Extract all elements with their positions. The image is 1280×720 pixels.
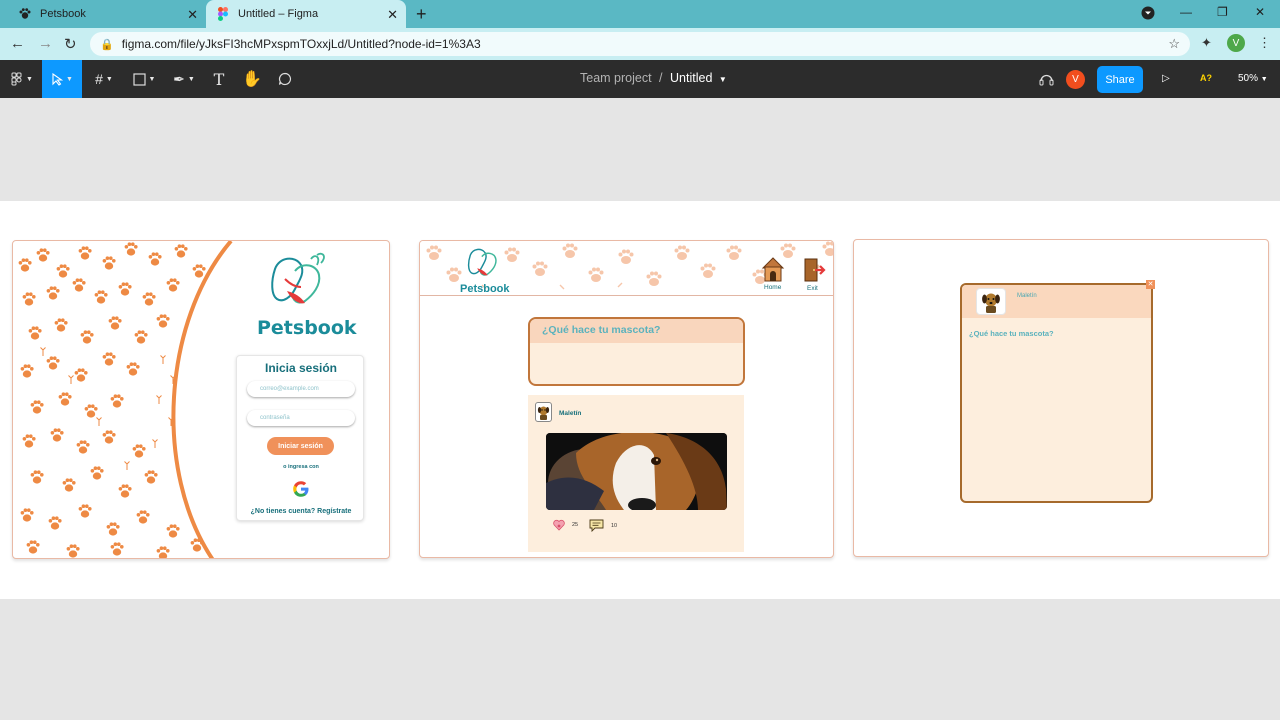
post-prompt-input[interactable]: ¿Qué hace tu mascota? <box>969 329 1054 338</box>
frame-tool-icon[interactable]: # ▼ <box>88 60 120 98</box>
like-count: 25 <box>572 522 579 528</box>
share-button[interactable]: Share <box>1097 66 1143 93</box>
post-card: Maletín 25 10 <box>528 395 744 552</box>
exit-door-icon[interactable] <box>802 257 826 283</box>
petsbook-logo-icon <box>271 252 325 304</box>
comment-tool-icon[interactable] <box>274 60 296 98</box>
brand-title: Petsbook <box>460 283 510 295</box>
url-input[interactable]: 🔒 figma.com/file/yJksFI3hcMPxspmTOxxjLd/… <box>90 32 1190 56</box>
beagle-photo <box>546 433 727 510</box>
rectangle-tool-icon[interactable]: ▼ <box>128 60 160 98</box>
new-post-frame[interactable]: Maletín ¿Qué hace tu mascota? ✕ <box>853 239 1269 557</box>
restore-icon[interactable]: ❐ <box>1217 5 1228 19</box>
figma-toolbar: ▼ ▼ # ▼ ▼ ✒ ▼ T ✋ Team project / Untitled … <box>0 60 1280 98</box>
email-field[interactable]: correo@example.com <box>247 381 355 397</box>
window-close-icon[interactable]: ✕ <box>1255 5 1265 19</box>
browser-menu-icon[interactable]: ⋮ <box>1258 35 1271 51</box>
chevron-down-icon[interactable]: ▼ <box>719 75 727 84</box>
tab-title: Petsbook <box>40 8 86 20</box>
text-tool-icon[interactable]: T <box>208 60 230 98</box>
close-modal-icon[interactable]: ✕ <box>1146 280 1155 289</box>
new-tab-plus-icon[interactable]: + <box>416 4 427 25</box>
profile-dropdown-icon[interactable] <box>1141 6 1155 23</box>
compose-post-box[interactable]: ¿Qué hace tu mascota? <box>528 317 745 386</box>
back-arrow-icon[interactable]: ← <box>10 35 25 52</box>
project-name[interactable]: Team project <box>580 71 652 85</box>
feed-header: Petsbook Home Exit <box>420 241 833 296</box>
feed-frame[interactable]: Petsbook Home Exit ¿Qué hace tu mascota? <box>419 240 834 558</box>
compose-placeholder[interactable]: ¿Qué hace tu mascota? <box>530 319 743 343</box>
tab-figma[interactable]: Untitled – Figma ✕ <box>206 0 406 28</box>
hand-tool-icon[interactable]: ✋ <box>240 60 264 98</box>
forward-arrow-icon[interactable]: → <box>38 35 53 52</box>
extensions-puzzle-icon[interactable]: ✦ <box>1201 35 1212 51</box>
comment-reaction[interactable]: 10 <box>589 519 617 532</box>
pen-tool-icon[interactable]: ✒ ▼ <box>168 60 200 98</box>
home-label[interactable]: Home <box>764 284 781 291</box>
bookmark-star-icon[interactable]: ☆ <box>1168 36 1180 52</box>
browser-tab-bar: Petsbook ✕ Untitled – Figma ✕ + — ❐ ✕ <box>0 0 1280 28</box>
zoom-value: 50% <box>1238 73 1259 84</box>
post-author-name[interactable]: Maletín <box>559 410 581 417</box>
modal-header: Maletín <box>962 285 1151 318</box>
exit-label[interactable]: Exit <box>807 285 818 292</box>
reload-icon[interactable]: ↻ <box>64 35 77 53</box>
figma-favicon-icon <box>216 7 230 21</box>
paw-pattern-background <box>18 241 233 558</box>
author-avatar[interactable] <box>976 288 1006 315</box>
comment-bubble-icon <box>589 519 604 532</box>
lock-icon: 🔒 <box>100 38 114 51</box>
login-frame[interactable]: Petsbook Inicia sesión correo@example.co… <box>12 240 390 559</box>
petsbook-logo-icon <box>467 248 497 276</box>
main-menu-icon[interactable]: ▼ <box>4 60 40 98</box>
dog-avatar-icon <box>982 293 1000 313</box>
zoom-level[interactable]: 50% ▼ <box>1238 73 1268 84</box>
home-doghouse-icon[interactable] <box>761 256 785 282</box>
paw-favicon-icon <box>18 7 32 21</box>
author-name: Maletín <box>1017 293 1037 299</box>
comment-count: 10 <box>611 522 618 529</box>
password-field[interactable]: contraseña <box>247 410 355 426</box>
new-post-modal: Maletín ¿Qué hace tu mascota? <box>960 283 1153 503</box>
minimize-icon[interactable]: — <box>1180 5 1192 19</box>
login-heading: Inicia sesión <box>264 361 338 375</box>
file-name[interactable]: Untitled <box>670 71 712 85</box>
headphones-icon[interactable] <box>1036 60 1056 98</box>
google-icon[interactable] <box>292 480 310 498</box>
tab-title: Untitled – Figma <box>238 8 319 20</box>
close-tab-icon[interactable]: ✕ <box>387 7 398 23</box>
author-avatar[interactable] <box>535 402 552 422</box>
post-photo-beagle[interactable] <box>546 433 727 510</box>
close-tab-icon[interactable]: ✕ <box>187 7 198 23</box>
present-play-icon[interactable]: ▷ <box>1162 73 1170 84</box>
user-avatar[interactable]: V <box>1066 70 1085 89</box>
breadcrumb-separator: / <box>659 71 663 85</box>
address-bar-row: ← → ↻ 🔒 figma.com/file/yJksFI3hcMPxspmTO… <box>0 28 1280 60</box>
url-text: figma.com/file/yJksFI3hcMPxspmTOxxjLd/Un… <box>121 37 481 51</box>
login-button[interactable]: Iniciar sesión <box>267 437 334 455</box>
spell-check-indicator[interactable]: A? <box>1200 73 1212 83</box>
brand-title: Petsbook <box>257 317 357 339</box>
paw-heart-icon <box>553 519 565 531</box>
alt-login-text: o ingresa con <box>283 464 319 470</box>
dog-avatar-icon <box>537 406 550 420</box>
profile-avatar[interactable]: V <box>1227 34 1245 52</box>
register-link[interactable]: ¿No tienes cuenta? Regístrate <box>237 508 365 515</box>
breadcrumb: Team project / Untitled ▼ <box>580 71 727 85</box>
like-reaction[interactable]: 25 <box>553 519 578 531</box>
zoom-chevron-icon: ▼ <box>1260 76 1268 83</box>
login-card: Inicia sesión correo@example.com contras… <box>236 355 364 521</box>
tab-petsbook[interactable]: Petsbook ✕ <box>8 0 206 28</box>
move-tool-icon[interactable]: ▼ <box>42 60 82 98</box>
